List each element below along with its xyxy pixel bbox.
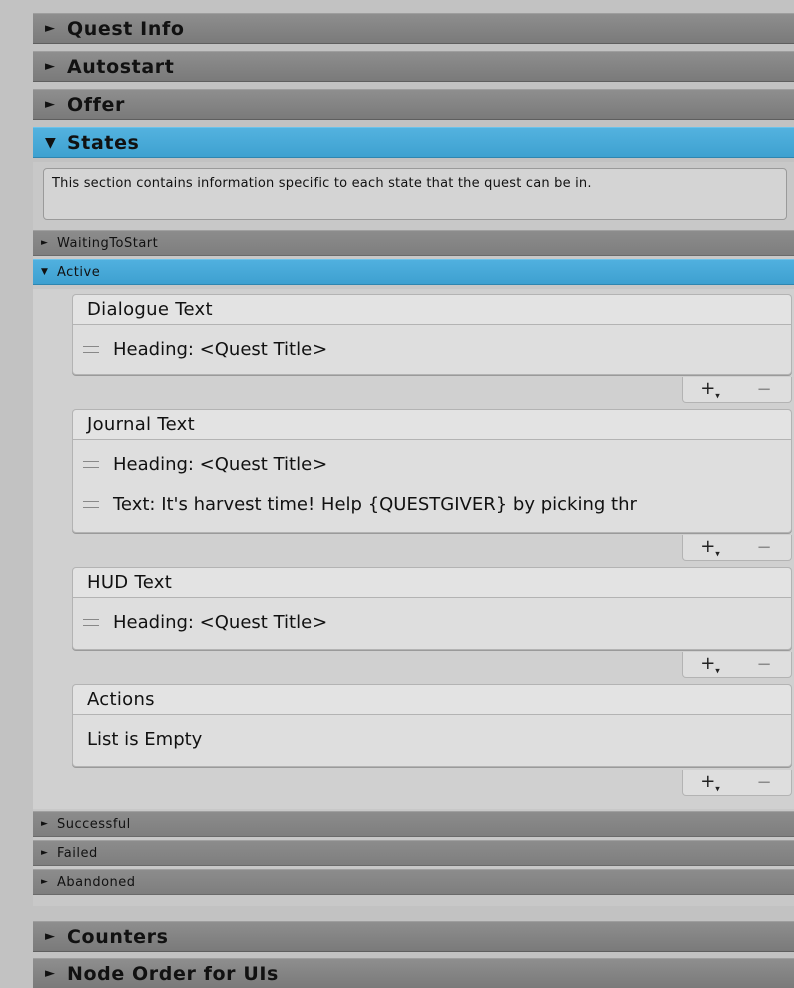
dialogue-text-list-header: Dialogue Text (72, 294, 792, 324)
substate-abandoned[interactable]: ► Abandoned (33, 869, 794, 895)
remove-item-button[interactable]: − (744, 654, 784, 675)
collapsed-arrow-icon: ► (41, 877, 49, 887)
dropdown-caret-icon: ▾ (715, 391, 720, 402)
hud-text-list-footer: +▾ − (682, 652, 792, 678)
collapsed-arrow-icon: ► (45, 966, 56, 981)
remove-item-button[interactable]: − (744, 537, 784, 558)
foldout-quest-info[interactable]: ► Quest Info (33, 13, 794, 44)
list-item[interactable]: Heading: <Quest Title> (73, 444, 791, 484)
actions-list-footer: +▾ − (682, 770, 792, 796)
substate-active[interactable]: ▼ Active (33, 259, 794, 285)
hud-text-list: Heading: <Quest Title> (72, 597, 792, 650)
remove-item-button[interactable]: − (744, 379, 784, 400)
collapsed-arrow-icon: ► (45, 929, 56, 944)
drag-handle-icon[interactable] (83, 345, 99, 353)
states-help-box: This section contains information specif… (43, 168, 787, 220)
empty-list-text: List is Empty (87, 728, 203, 750)
dialogue-text-list-footer: +▾ − (682, 377, 792, 403)
quest-editor-inspector: ► Quest Info ► Autostart ► Offer ▼ State… (0, 0, 794, 988)
add-item-button[interactable]: +▾ (690, 378, 730, 402)
journal-text-list: Heading: <Quest Title> Text: It's harves… (72, 439, 792, 533)
list-item[interactable]: Heading: <Quest Title> (73, 329, 791, 369)
add-item-button[interactable]: +▾ (690, 771, 730, 795)
collapsed-arrow-icon: ► (45, 21, 56, 36)
plus-icon: + (700, 652, 716, 674)
list-title: Dialogue Text (87, 299, 213, 320)
substate-failed[interactable]: ► Failed (33, 840, 794, 866)
collapsed-arrow-icon: ► (41, 819, 49, 829)
expanded-arrow-icon: ▼ (41, 267, 49, 277)
substate-label: Active (57, 264, 101, 280)
empty-list-message: List is Empty (73, 719, 791, 759)
drag-handle-icon[interactable] (83, 500, 99, 508)
list-title: Journal Text (87, 414, 195, 435)
plus-icon: + (700, 770, 716, 792)
foldout-label: Node Order for UIs (67, 962, 279, 985)
collapsed-arrow-icon: ► (45, 59, 56, 74)
list-item-text: Text: It's harvest time! Help {QUESTGIVE… (113, 493, 637, 515)
help-text: This section contains information specif… (52, 176, 592, 191)
dropdown-caret-icon: ▾ (715, 666, 720, 677)
substate-label: Failed (57, 845, 98, 861)
remove-item-button[interactable]: − (744, 772, 784, 793)
actions-list-header: Actions (72, 684, 792, 714)
hud-text-list-header: HUD Text (72, 567, 792, 597)
drag-handle-icon[interactable] (83, 618, 99, 626)
plus-icon: + (700, 535, 716, 557)
substate-successful[interactable]: ► Successful (33, 811, 794, 837)
list-item-text: Heading: <Quest Title> (113, 453, 328, 475)
substate-label: WaitingToStart (57, 235, 159, 251)
foldout-offer[interactable]: ► Offer (33, 89, 794, 120)
add-item-button[interactable]: +▾ (690, 653, 730, 677)
list-item-text: Heading: <Quest Title> (113, 338, 328, 360)
list-title: HUD Text (87, 572, 173, 593)
foldout-label: Counters (67, 925, 169, 948)
collapsed-arrow-icon: ► (45, 97, 56, 112)
plus-icon: + (700, 377, 716, 399)
journal-text-list-header: Journal Text (72, 409, 792, 439)
actions-list: List is Empty (72, 714, 792, 767)
foldout-label: Quest Info (67, 17, 185, 40)
substate-waiting-to-start[interactable]: ► WaitingToStart (33, 230, 794, 256)
drag-handle-icon[interactable] (83, 460, 99, 468)
foldout-node-order[interactable]: ► Node Order for UIs (33, 958, 794, 988)
add-item-button[interactable]: +▾ (690, 536, 730, 560)
dropdown-caret-icon: ▾ (715, 549, 720, 560)
dropdown-caret-icon: ▾ (715, 784, 720, 795)
journal-text-list-footer: +▾ − (682, 535, 792, 561)
substate-label: Abandoned (57, 874, 136, 890)
dialogue-text-list: Heading: <Quest Title> (72, 324, 792, 375)
expanded-arrow-icon: ▼ (45, 134, 57, 151)
list-title: Actions (87, 689, 155, 710)
list-item[interactable]: Text: It's harvest time! Help {QUESTGIVE… (73, 484, 791, 524)
foldout-counters[interactable]: ► Counters (33, 921, 794, 952)
list-item-text: Heading: <Quest Title> (113, 611, 328, 633)
foldout-label: Offer (67, 93, 125, 116)
collapsed-arrow-icon: ► (41, 238, 49, 248)
foldout-states[interactable]: ▼ States (33, 127, 794, 158)
foldout-label: States (67, 131, 140, 154)
list-item[interactable]: Heading: <Quest Title> (73, 602, 791, 642)
foldout-label: Autostart (67, 55, 175, 78)
substate-label: Successful (57, 816, 131, 832)
collapsed-arrow-icon: ► (41, 848, 49, 858)
foldout-autostart[interactable]: ► Autostart (33, 51, 794, 82)
